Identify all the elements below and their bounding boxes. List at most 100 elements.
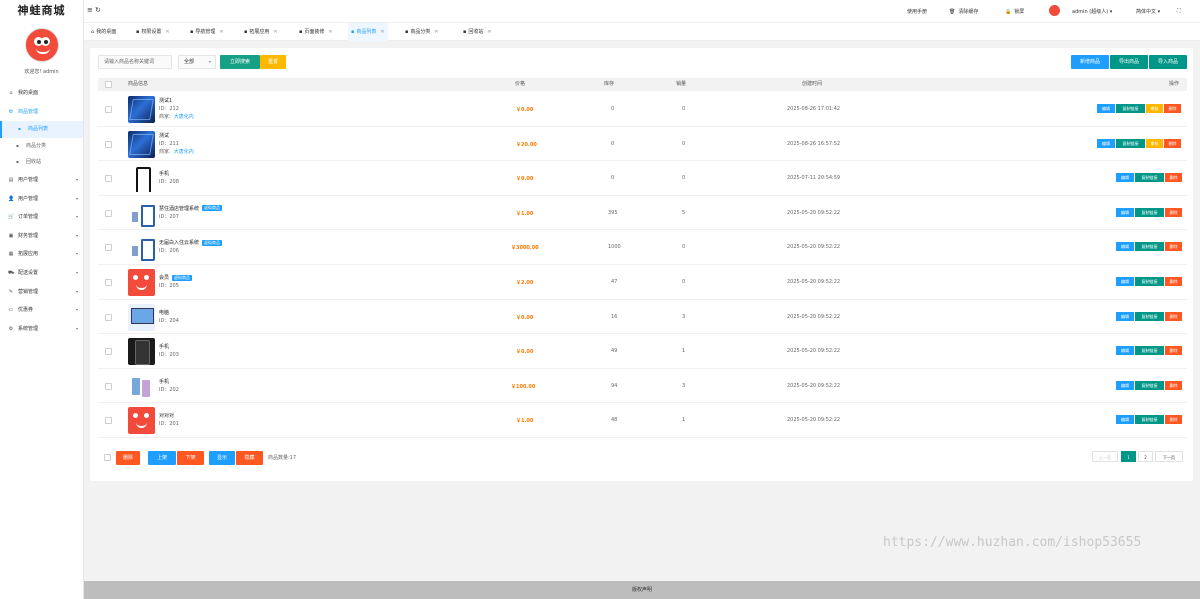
delete-button[interactable]: 删除 [1165,346,1182,356]
edit-button[interactable]: 编辑 [1116,207,1134,217]
sidebar-subitem[interactable]: ▪ 商品分类 [0,138,83,155]
menu-toggle-icon[interactable]: ≡ [87,6,93,14]
clear-cache-link[interactable]: 🗑 清除缓存 [949,8,978,15]
page-2-button[interactable]: 2 [1138,451,1153,462]
select-all-checkbox[interactable] [105,81,112,88]
copy-link-button[interactable]: 复制链接 [1135,380,1164,390]
sidebar-item[interactable]: ⌂ 我的桌面 [0,84,83,103]
delete-button[interactable]: 删除 [1165,173,1182,183]
close-icon[interactable]: ✕ [434,29,438,35]
tab[interactable]: ▪ 导航管理 ✕ [187,23,227,41]
export-button[interactable]: 导出商品 [1110,55,1148,69]
edit-button[interactable]: 编辑 [1116,242,1134,252]
copy-link-button[interactable]: 复制链接 [1116,138,1145,148]
row-checkbox[interactable] [105,175,112,183]
page-1-button[interactable]: 1 [1121,451,1136,462]
edit-button[interactable]: 编辑 [1116,346,1134,356]
row-checkbox[interactable] [105,140,112,148]
sidebar-item[interactable]: ⛟ 配送设置 ▾ [0,264,83,283]
tab[interactable]: ▪ 拓展应用 ✕ [241,23,281,41]
manual-link[interactable]: 使用手册 [907,8,927,15]
delete-button[interactable]: 删除 [1165,277,1182,286]
close-icon[interactable]: ✕ [219,29,223,35]
delete-button[interactable]: 删除 [1165,311,1182,321]
row-checkbox[interactable] [105,209,112,217]
merchant-link[interactable]: 大唐化内 [174,149,194,155]
sidebar-item[interactable]: ▣ 财务管理 ▾ [0,227,83,246]
edit-button[interactable]: 编辑 [1116,380,1134,390]
bulk-show-button[interactable]: 显示 [209,451,235,465]
copy-link-button[interactable]: 复制链接 [1135,277,1164,286]
row-checkbox[interactable] [105,244,112,252]
admin-avatar[interactable] [24,28,59,62]
import-button[interactable]: 导入商品 [1149,55,1187,69]
edit-button[interactable]: 编辑 [1116,277,1134,286]
delete-button[interactable]: 删除 [1165,415,1182,425]
category-select[interactable]: 全部 ▾ [178,55,216,69]
review-button[interactable]: 审核 [1146,138,1163,148]
bulk-down-button[interactable]: 下架 [177,451,204,465]
edit-button[interactable]: 编辑 [1116,311,1134,321]
sidebar-subitem[interactable]: ▪ 回收站 [0,154,83,171]
sidebar-subitem[interactable]: ▪ 商品列表 [0,121,83,138]
sidebar-item[interactable]: ▭ 优惠券 ▾ [0,301,83,320]
sidebar-item[interactable]: 🛒 订单管理 ▾ [0,208,83,227]
refresh-icon[interactable]: ↻ [95,6,101,14]
copy-link-button[interactable]: 复制链接 [1135,207,1164,217]
reset-button[interactable]: 重置 [260,55,286,69]
tab[interactable]: ▪ 商品列表 ✕ [348,23,388,41]
search-button[interactable]: 立即搜索 [220,55,260,69]
add-product-button[interactable]: 新增商品 [1071,55,1109,69]
row-checkbox[interactable] [105,313,112,321]
delete-button[interactable]: 删除 [1165,207,1182,217]
close-icon[interactable]: ✕ [165,29,169,35]
tab[interactable]: ▪ 商品分类 ✕ [402,23,442,41]
close-icon[interactable]: ✕ [328,29,332,35]
search-input[interactable] [98,55,172,69]
bulk-up-button[interactable]: 上架 [148,451,176,465]
tab[interactable]: ▪ 回收站 ✕ [460,23,495,41]
edit-button[interactable]: 编辑 [1097,138,1115,148]
user-menu[interactable]: admin (超级人) ▾ [1072,8,1112,15]
merchant-link[interactable]: 大唐化内 [174,114,194,120]
close-icon[interactable]: ✕ [273,29,277,35]
row-checkbox[interactable] [105,417,112,425]
user-avatar[interactable] [1049,5,1060,16]
delete-button[interactable]: 删除 [1164,138,1181,148]
copy-link-button[interactable]: 复制链接 [1116,104,1145,113]
delete-button[interactable]: 删除 [1164,104,1181,113]
fullscreen-icon[interactable]: ⛶ [1177,8,1181,14]
prev-page-button[interactable]: 上一页 [1092,451,1118,462]
edit-button[interactable]: 编辑 [1116,415,1134,425]
close-icon[interactable]: ✕ [380,29,384,35]
edit-button[interactable]: 编辑 [1097,104,1115,113]
lock-screen-link[interactable]: 🔒 锁屏 [1005,8,1024,15]
row-checkbox[interactable] [105,279,112,286]
row-checkbox[interactable] [105,382,112,390]
row-checkbox[interactable] [105,348,112,356]
copy-link-button[interactable]: 复制链接 [1135,415,1164,425]
copy-link-button[interactable]: 复制链接 [1135,173,1164,183]
delete-button[interactable]: 删除 [1165,242,1182,252]
sidebar-item[interactable]: ⚙ 商品管理 [0,103,83,122]
tab[interactable]: ▪ 权限设置 ✕ [133,23,173,41]
sidebar-item[interactable]: 👤 用户管理 ▾ [0,190,83,209]
close-icon[interactable]: ✕ [487,29,491,35]
language-menu[interactable]: 简体中文 ▾ [1136,8,1160,15]
delete-button[interactable]: 删除 [1165,380,1182,390]
row-checkbox[interactable] [105,106,112,113]
bulk-hide-button[interactable]: 隐藏 [236,451,263,465]
review-button[interactable]: 审核 [1146,104,1163,113]
bulk-delete-button[interactable]: 删除 [116,451,140,465]
sidebar-item[interactable]: ▤ 用户管理 ▾ [0,171,83,190]
bulk-select-checkbox[interactable] [104,454,111,461]
sidebar-item[interactable]: ▦ 拓展应用 ▾ [0,245,83,264]
copy-link-button[interactable]: 复制链接 [1135,242,1164,252]
edit-button[interactable]: 编辑 [1116,173,1134,183]
sidebar-item[interactable]: ✎ 营销管理 ▾ [0,283,83,302]
next-page-button[interactable]: 下一页 [1155,451,1183,462]
tab[interactable]: ⌂ 我的桌面 [88,23,119,41]
copy-link-button[interactable]: 复制链接 [1135,346,1164,356]
tab[interactable]: ▪ 页面装修 ✕ [296,23,336,41]
copy-link-button[interactable]: 复制链接 [1135,311,1164,321]
